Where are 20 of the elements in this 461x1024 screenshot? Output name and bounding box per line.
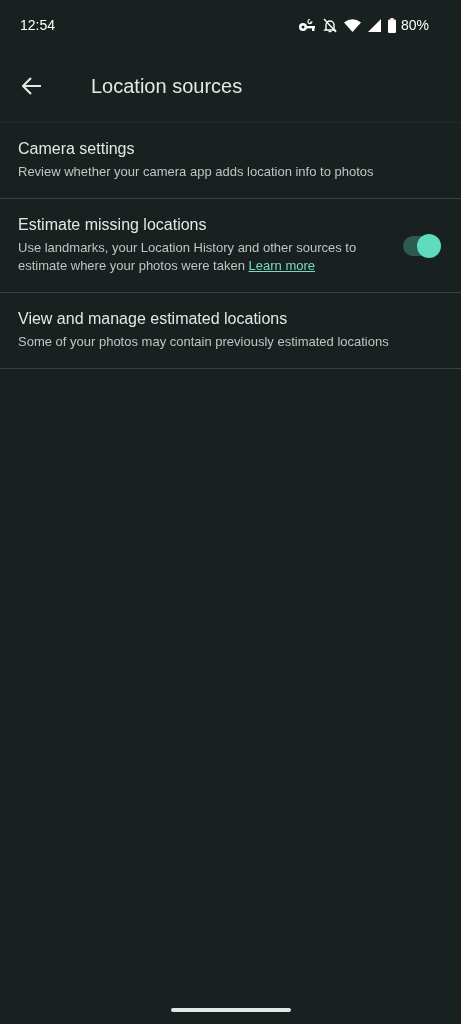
- battery-icon: [387, 17, 396, 33]
- settings-item[interactable]: Estimate missing locations Use landmarks, your Location History and other sources to estimate where your photos were taken Learn more: [0, 199, 461, 293]
- toggle-switch[interactable]: [403, 235, 439, 256]
- battery-percent: 80%: [400, 17, 429, 33]
- item-summary: Some of your photos may contain previously estimated locations: [18, 333, 390, 351]
- learn-more-link[interactable]: Learn more: [248, 258, 315, 273]
- item-title: View and manage estimated locations: [18, 310, 289, 328]
- settings-item[interactable]: Camera settings Review whether your camera app adds location info to photos: [0, 123, 461, 199]
- page-title: Location sources: [91, 74, 243, 98]
- item-title: Estimate missing locations: [18, 216, 208, 234]
- settings-item[interactable]: View and manage estimated locations Some of your photos may contain previously estimated locations: [0, 293, 461, 369]
- key-icon: [297, 18, 316, 32]
- wifi-icon: [343, 18, 361, 32]
- signal-icon: [367, 18, 381, 32]
- bell-off-icon: [322, 17, 337, 33]
- item-summary: Review whether your camera app adds location info to photos: [18, 163, 375, 181]
- item-title: Camera settings: [18, 140, 136, 158]
- item-summary: Use landmarks, your Location History and other sources to estimate where your photos were taken Learn more: [18, 239, 358, 275]
- back-arrow-icon: [22, 77, 42, 95]
- status-time: 12:54: [20, 17, 56, 33]
